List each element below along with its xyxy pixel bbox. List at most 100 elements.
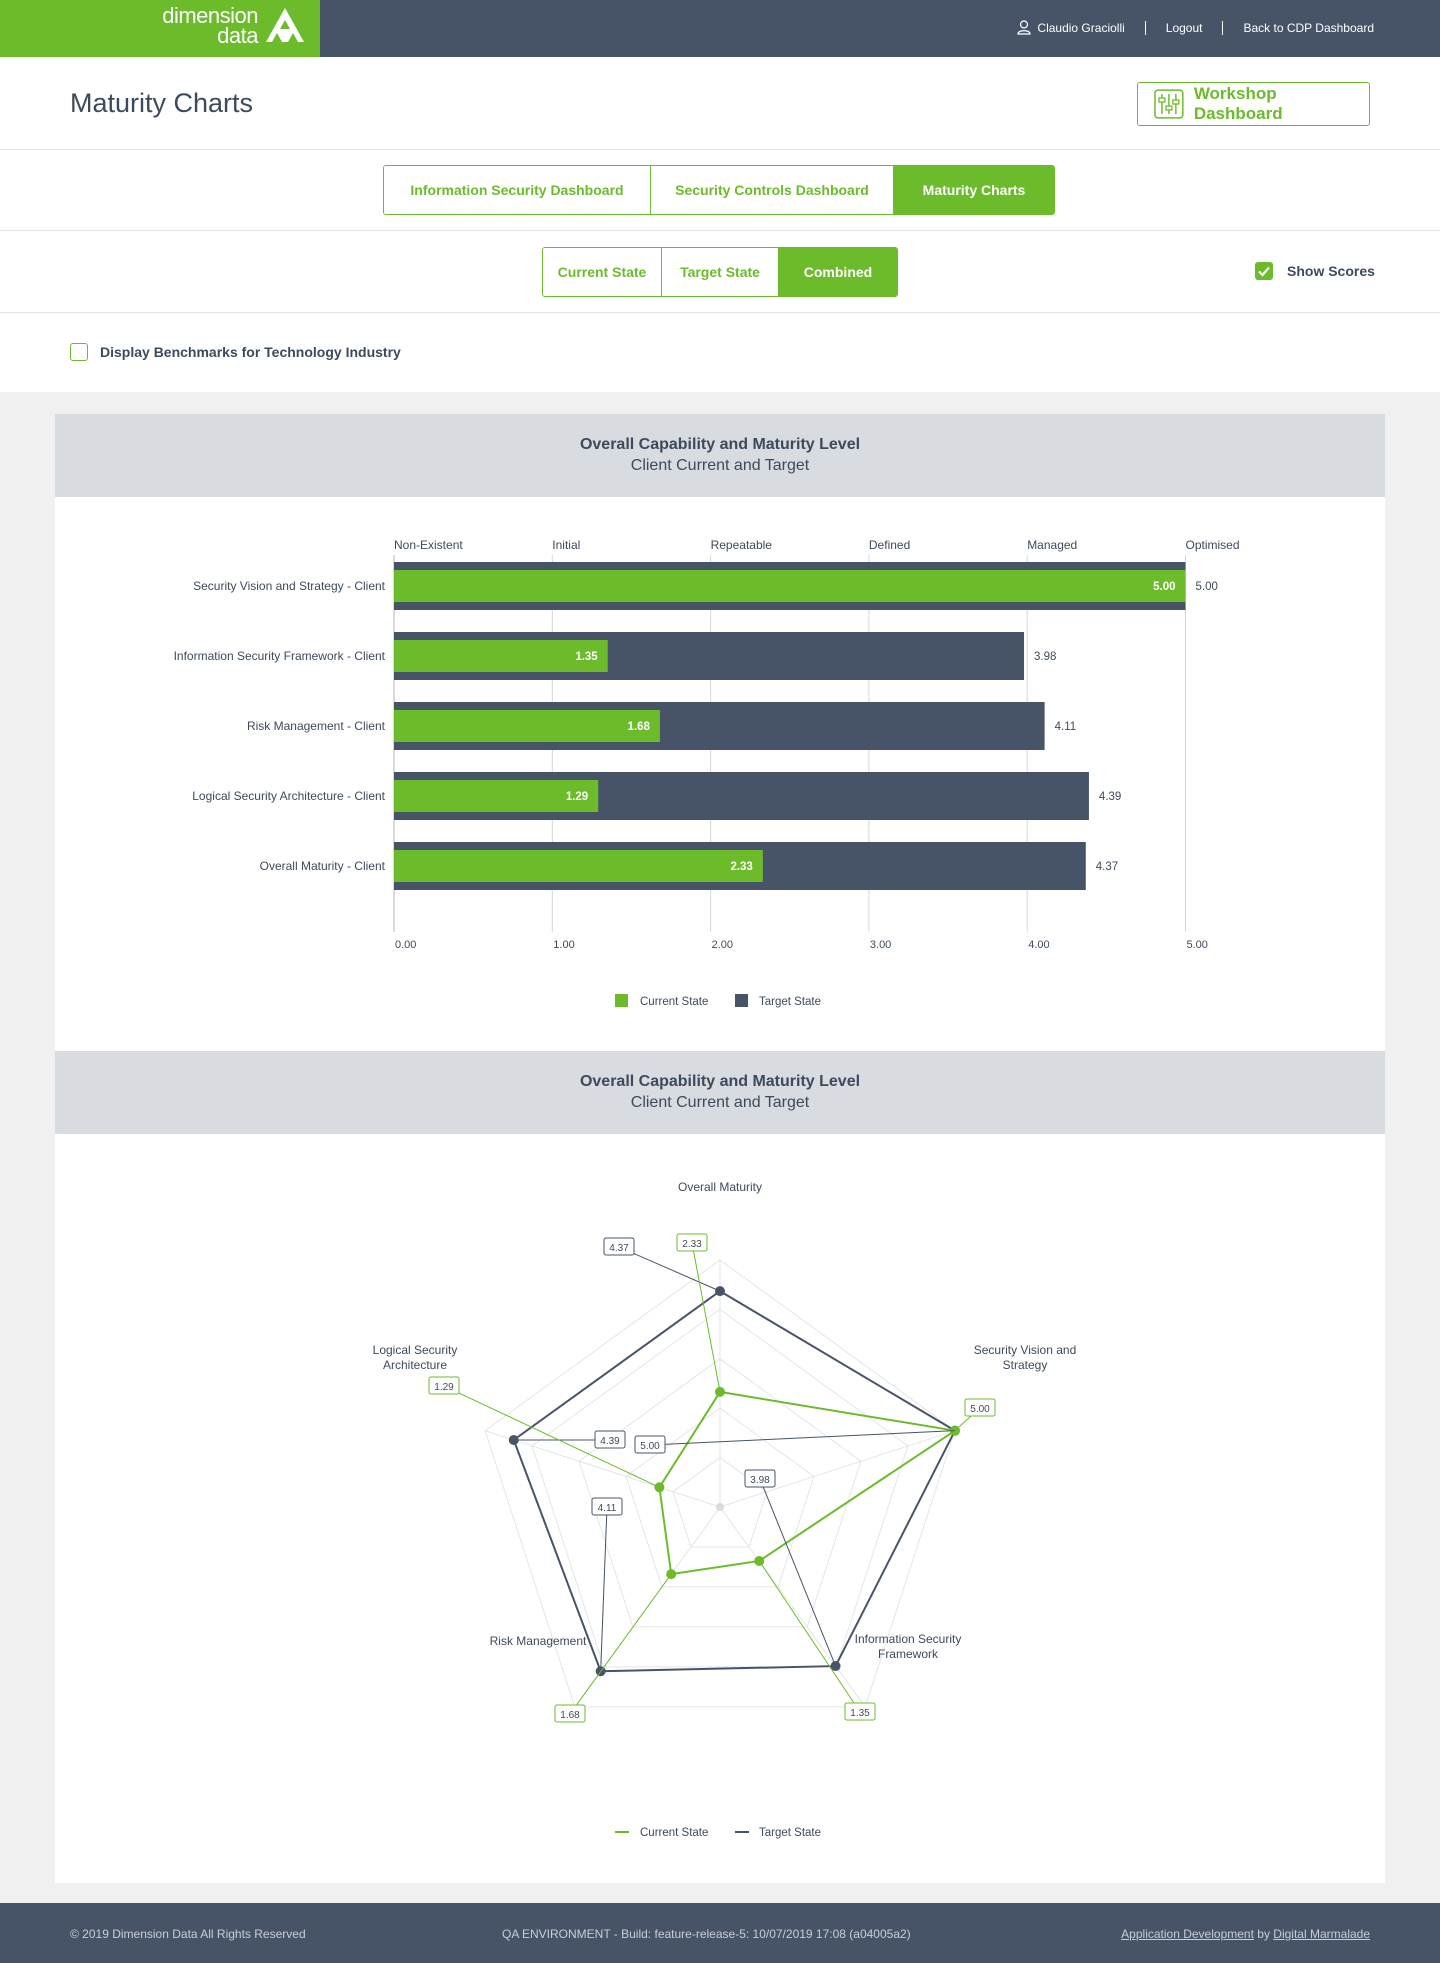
tab-current-state[interactable]: Current State	[543, 248, 661, 296]
score-leader-line	[443, 1385, 660, 1488]
radar-axis-label: Overall Maturity	[678, 1180, 762, 1194]
user-name: Claudio Graciolli	[1037, 20, 1125, 35]
workshop-dashboard-label: Workshop Dashboard	[1193, 84, 1283, 123]
footer-credit-link[interactable]: Application Development	[1121, 1927, 1254, 1941]
radar-chart-panel: Overall Maturity Security Vision and Strat…	[55, 1134, 1385, 1883]
x-tick-label: 4.00	[1028, 939, 1049, 951]
radar-chart-subtitle: Client Current and Target	[630, 1094, 810, 1111]
user-nav: Claudio Graciolli Logout Back to CDP Das…	[997, 20, 1374, 35]
radar-axis-label: Risk Management	[490, 1634, 587, 1648]
x-tick-label: 0.00	[395, 939, 416, 951]
score-label: 3.98	[750, 1475, 770, 1486]
sliders-icon	[1154, 89, 1184, 119]
back-to-cdp-link[interactable]: Back to CDP Dashboard	[1222, 20, 1374, 35]
target-value-label: 4.37	[1096, 861, 1118, 873]
radar-axis-label: Logical Security Architecture	[373, 1343, 458, 1372]
score-label: 4.39	[600, 1436, 620, 1447]
footer-credit-by: by	[1257, 1927, 1270, 1941]
top-axis-label: Repeatable	[711, 538, 773, 552]
show-scores-checkbox[interactable]	[1255, 262, 1273, 280]
legend-target-label: Target State	[759, 1827, 821, 1839]
brand-logo[interactable]: dimension data	[0, 0, 320, 57]
current-value-label: 1.35	[575, 651, 598, 663]
divider	[0, 230, 1440, 231]
divider	[0, 149, 1440, 150]
legend-current-swatch	[615, 994, 628, 1007]
divider	[0, 312, 1440, 313]
benchmark-label: Display Benchmarks for Technology Indust…	[100, 344, 401, 360]
user-menu[interactable]: Claudio Graciolli	[997, 20, 1144, 35]
logout-link[interactable]: Logout	[1144, 20, 1223, 35]
tab-maturity-charts[interactable]: Maturity Charts	[893, 166, 1054, 214]
radar-spoke	[719, 1506, 866, 1708]
workshop-dashboard-button[interactable]: Workshop Dashboard	[1137, 82, 1370, 126]
current-bar	[394, 570, 1186, 602]
score-label: 4.11	[598, 1503, 617, 1514]
bar-chart: Non-Existent Initial Repeatable Defined Mana…	[174, 538, 1240, 1008]
benchmark-toggle[interactable]: Display Benchmarks for Technology Indust…	[70, 343, 401, 361]
current-value-label: 2.33	[730, 861, 752, 873]
score-leader-line	[649, 1430, 955, 1446]
category-label: Information Security Framework - Client	[174, 649, 386, 663]
top-axis-label: Initial	[552, 538, 580, 552]
top-axis-label: Managed	[1027, 538, 1077, 552]
radar-center	[716, 1503, 724, 1511]
current-value-label: 1.29	[566, 791, 588, 803]
footer-company-link[interactable]: Digital Marmalade	[1273, 1927, 1370, 1941]
show-scores-toggle[interactable]: Show Scores	[1255, 262, 1375, 280]
score-label: 5.00	[970, 1404, 990, 1415]
state-tabs: Current State Target State Combined	[542, 247, 898, 297]
score-label: 4.37	[609, 1243, 629, 1254]
show-scores-label: Show Scores	[1287, 263, 1375, 279]
logo-text: dimension data	[146, 5, 258, 48]
main-tabs: Information Security Dashboard Security …	[383, 165, 1055, 215]
footer: © 2019 Dimension Data All Rights Reserve…	[0, 1903, 1440, 1963]
current-state-point	[654, 1482, 665, 1493]
target-value-label: 3.98	[1034, 651, 1056, 663]
tab-combined[interactable]: Combined	[778, 248, 897, 296]
radar-chart-header: Overall Capability and Maturity Level Cl…	[55, 1051, 1385, 1134]
user-icon	[1017, 20, 1032, 35]
score-label: 5.00	[640, 1441, 660, 1452]
top-axis-label: Optimised	[1186, 538, 1240, 552]
radar-axis-label: Security Vision and Strategy	[974, 1343, 1077, 1372]
legend-target-label: Target State	[759, 996, 821, 1008]
tab-target-state[interactable]: Target State	[661, 248, 778, 296]
tab-information-security-dashboard[interactable]: Information Security Dashboard	[384, 166, 650, 214]
radar-chart-title: Overall Capability and Maturity Level	[579, 1073, 861, 1090]
bar-chart-title: Overall Capability and Maturity Level	[579, 436, 861, 453]
bar-chart-header: Overall Capability and Maturity Level Cl…	[55, 414, 1385, 497]
category-label: Risk Management - Client	[247, 719, 386, 733]
top-axis-label: Defined	[869, 538, 910, 552]
target-value-label: 4.39	[1099, 791, 1121, 803]
x-tick-label: 2.00	[712, 939, 733, 951]
check-icon	[1258, 266, 1270, 277]
score-label: 1.29	[434, 1382, 454, 1393]
score-leader-line	[759, 1478, 837, 1667]
target-value-label: 5.00	[1196, 581, 1218, 593]
benchmark-checkbox[interactable]	[70, 343, 88, 361]
score-label: 1.35	[850, 1708, 870, 1719]
category-label: Overall Maturity - Client	[260, 859, 386, 873]
page-title: Maturity Charts	[70, 88, 254, 118]
score-label: 1.68	[560, 1710, 580, 1721]
bar-chart-subtitle: Client Current and Target	[630, 457, 810, 474]
x-tick-label: 5.00	[1187, 939, 1208, 951]
x-tick-label: 3.00	[870, 939, 891, 951]
score-label: 2.33	[682, 1239, 702, 1250]
legend-current-label: Current State	[640, 1827, 708, 1839]
tab-security-controls-dashboard[interactable]: Security Controls Dashboard	[650, 166, 893, 214]
logo-triangle-icon	[266, 8, 304, 42]
legend-target-swatch	[735, 994, 748, 1007]
current-bar	[394, 850, 763, 882]
radar-spoke	[719, 1430, 956, 1508]
radar-chart: Overall Maturity Security Vision and Strat…	[373, 1180, 1077, 1839]
footer-credit: Application Development by Digital Marma…	[1121, 1927, 1370, 1941]
bar-chart-panel: Non-Existent Initial Repeatable Defined Mana…	[55, 497, 1385, 1051]
current-value-label: 1.68	[628, 721, 651, 733]
target-state-line	[512, 1289, 957, 1673]
logo-line-2: data	[217, 23, 258, 48]
current-value-label: 5.00	[1153, 581, 1175, 593]
x-tick-label: 1.00	[553, 939, 574, 951]
footer-build-info: QA ENVIRONMENT - Build: feature-release-…	[502, 1927, 911, 1941]
